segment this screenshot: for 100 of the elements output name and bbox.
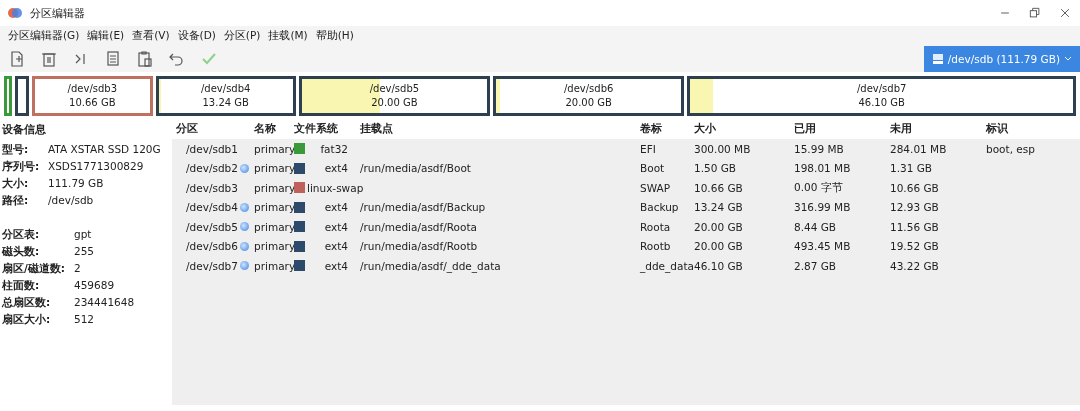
table-cell: /run/media/asdf/Backup [360, 201, 486, 214]
table-cell: 8.44 GB [794, 220, 837, 233]
table-cell: primary [254, 181, 296, 194]
menu-item[interactable]: 帮助(H) [311, 29, 358, 43]
info-label: 扇区大小: [2, 313, 52, 327]
table-cell: 1.31 GB [890, 162, 933, 175]
table-cell-text: ext4 [323, 220, 349, 233]
column-header[interactable]: 大小 [690, 119, 790, 139]
table-cell: 15.99 MB [794, 142, 844, 155]
column-header[interactable]: 未用 [886, 119, 982, 139]
copy-icon[interactable] [104, 50, 122, 68]
table-cell: /run/media/asdf/Roota [360, 220, 477, 233]
info-label: 大小: [2, 177, 30, 191]
table-cell: Backup [640, 201, 679, 214]
partition-name: /dev/sdb6 [563, 82, 614, 96]
table-cell: /dev/sdb4 [186, 201, 238, 214]
table-cell: 20.00 GB [694, 240, 743, 253]
partition-block[interactable]: /dev/sdb6 20.00 GB [493, 76, 685, 116]
table-cell: /dev/sdb2 [186, 162, 238, 175]
paste-icon[interactable] [136, 50, 154, 68]
table-cell: 1.50 GB [694, 162, 737, 175]
menu-item[interactable]: 设备(D) [173, 29, 220, 43]
table-cell: _dde_data [640, 259, 694, 272]
table-cell: SWAP [640, 181, 670, 194]
partition-size: 20.00 GB [565, 96, 612, 110]
table-cell: /dev/sdb1 [186, 142, 238, 155]
table-cell: 43.22 GB [890, 259, 939, 272]
info-value: ATA XSTAR SSD 120G [48, 143, 162, 157]
column-header[interactable]: 分区 [172, 119, 250, 139]
partition-block[interactable]: /dev/sdb4 13.24 GB [155, 76, 296, 116]
info-value: XSDS1771300829 [48, 160, 145, 174]
new-document-icon[interactable] [8, 50, 26, 68]
menu-item[interactable]: 分区(P) [219, 29, 265, 43]
table-cell: Roota [640, 220, 671, 233]
table-cell: /dev/sdb5 [186, 220, 238, 233]
table-cell: 284.01 MB [890, 142, 947, 155]
info-label: 磁头数: [2, 245, 41, 259]
column-header[interactable]: 标识 [982, 119, 1080, 139]
menu-item[interactable]: 编辑(E) [83, 29, 129, 43]
info-label: 柱面数: [2, 279, 41, 293]
table-cell: /run/media/asdf/_dde_data [360, 259, 501, 272]
info-value: 255 [74, 245, 96, 259]
column-header[interactable]: 文件系统 [290, 119, 356, 139]
table-cell: 2.87 GB [794, 259, 837, 272]
info-value: /dev/sdb [48, 194, 95, 208]
partition-block[interactable]: /dev/sdb7 46.10 GB [687, 76, 1076, 116]
table-cell: primary [254, 220, 296, 233]
column-header[interactable]: 卷标 [636, 119, 690, 139]
table-cell: /run/media/asdf/Rootb [360, 240, 478, 253]
column-header[interactable]: 已用 [790, 119, 886, 139]
table-cell: 11.56 GB [890, 220, 939, 233]
table-cell: 12.93 GB [890, 201, 939, 214]
table-cell: 46.10 GB [694, 259, 743, 272]
partition-size: 13.24 GB [202, 96, 249, 110]
restore-icon[interactable] [1028, 6, 1042, 20]
partition-block[interactable]: /dev/sdb5 20.00 GB [298, 76, 491, 116]
table-cell: 316.99 MB [794, 201, 851, 214]
table-cell: primary [254, 142, 296, 155]
device-selector[interactable]: /dev/sdb (111.79 GB) [923, 46, 1080, 72]
table-cell: 19.52 GB [890, 240, 939, 253]
column-header[interactable]: 挂载点 [356, 119, 636, 139]
partition-name: /dev/sdb5 [369, 82, 420, 96]
menu-item[interactable]: 查看(V) [128, 29, 174, 43]
info-label: 分区表: [2, 228, 41, 242]
table-cell: primary [254, 201, 296, 214]
info-label: 路径: [2, 194, 30, 208]
menu-item[interactable]: 挂载(M) [264, 29, 312, 43]
table-cell: 10.66 GB [890, 181, 939, 194]
table-cell-text: fat32 [319, 142, 349, 155]
table-cell-text: linux-swap [307, 181, 365, 194]
table-cell: primary [254, 240, 296, 253]
info-label: 总扇区数: [2, 296, 52, 310]
column-header[interactable]: 名称 [250, 119, 290, 139]
table-cell: /dev/sdb7 [186, 259, 238, 272]
table-cell: 10.66 GB [694, 181, 743, 194]
table-cell: Boot [640, 162, 665, 175]
delete-icon[interactable] [40, 50, 58, 68]
close-icon[interactable] [1058, 6, 1072, 20]
table-cell: /dev/sdb3 [186, 181, 238, 194]
table-cell: 300.00 MB [694, 142, 751, 155]
table-cell: boot, esp [986, 142, 1035, 155]
table-cell: EFI [640, 142, 656, 155]
info-value: 111.79 GB [48, 177, 105, 191]
table-cell: 493.45 MB [794, 240, 851, 253]
table-cell: primary [254, 162, 296, 175]
drive-icon [931, 53, 944, 65]
table-cell: 13.24 GB [694, 201, 743, 214]
menu-item[interactable]: 分区编辑器(G) [4, 29, 84, 43]
table-cell: /run/media/asdf/Boot [360, 162, 471, 175]
table-cell-text: ext4 [323, 162, 349, 175]
info-value: 512 [74, 313, 96, 327]
window-title: 分区编辑器 [30, 5, 85, 21]
partition-name: /dev/sdb7 [856, 82, 907, 96]
table-cell: primary [254, 259, 296, 272]
info-value: gpt [74, 228, 93, 242]
caret-icon [1064, 56, 1072, 62]
partition-block[interactable]: /dev/sdb3 10.66 GB [32, 76, 153, 116]
partition-block[interactable] [15, 76, 29, 116]
table-cell: 198.01 MB [794, 162, 851, 175]
partition-name: /dev/sdb3 [67, 82, 118, 96]
